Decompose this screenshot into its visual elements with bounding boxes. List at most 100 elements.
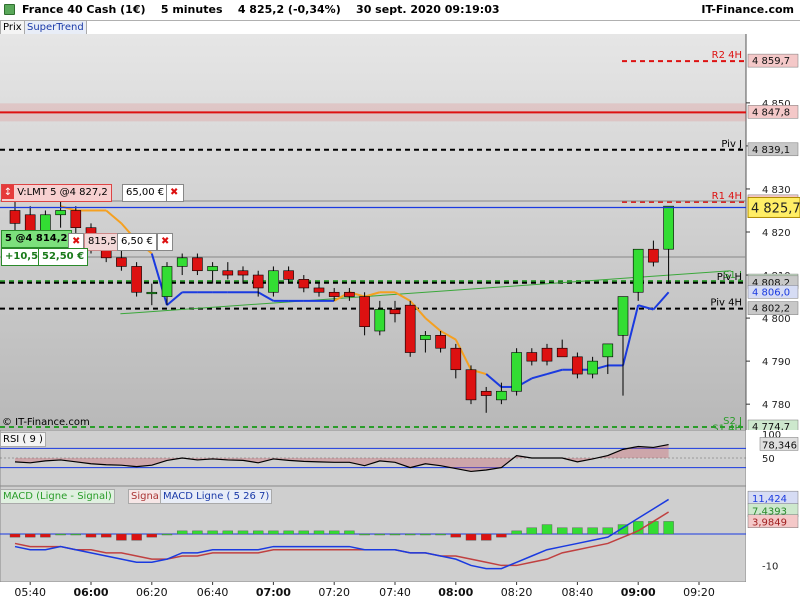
time-label: 07:40 bbox=[379, 586, 411, 599]
macd-histogram-bar bbox=[405, 533, 416, 536]
chart-type-icon[interactable] bbox=[4, 4, 15, 15]
macd-histogram-bar bbox=[298, 530, 309, 535]
price-tag[interactable]: Prix bbox=[0, 20, 25, 35]
macd-histogram-bar bbox=[9, 533, 21, 538]
position-label: 5 @4 814,2 bbox=[5, 233, 68, 244]
macd-histogram-bar bbox=[435, 533, 446, 536]
candle-body bbox=[192, 257, 203, 272]
candle-body bbox=[9, 210, 21, 224]
candle-body bbox=[131, 266, 142, 293]
timeframe[interactable]: 5 minutes bbox=[161, 3, 223, 16]
candle-body bbox=[602, 343, 614, 358]
macd-histogram-bar bbox=[192, 530, 203, 535]
time-label: 08:20 bbox=[501, 586, 533, 599]
macd-panel[interactable]: 11,4247,43933,9849-10 bbox=[0, 486, 800, 582]
level-label: Piv J bbox=[721, 139, 742, 150]
candle-body bbox=[526, 352, 538, 362]
macd-histogram-bar bbox=[557, 527, 568, 535]
candle-body bbox=[283, 270, 294, 280]
time-label: 07:00 bbox=[256, 586, 291, 599]
level-value: 4 839,1 bbox=[752, 145, 790, 156]
level-label: R1 4H bbox=[712, 191, 742, 202]
candle-body bbox=[404, 304, 416, 353]
candle-body bbox=[556, 347, 568, 358]
macd-histogram-bar bbox=[252, 530, 264, 535]
copyright: © IT-Finance.com bbox=[2, 417, 90, 428]
candle-body bbox=[328, 291, 340, 297]
limit-order-box[interactable]: ↕ V:LMT 5 @4 827,2 bbox=[1, 184, 112, 202]
macd-histogram-bar bbox=[602, 527, 613, 535]
macd-histogram-bar bbox=[572, 527, 583, 535]
macd-histogram-bar bbox=[283, 530, 294, 535]
candle-body bbox=[541, 347, 553, 362]
limit-amount-box: 65,00 € bbox=[122, 184, 169, 202]
macd-histogram-bar bbox=[329, 530, 340, 535]
macd-histogram-bar bbox=[222, 530, 234, 535]
macd-histogram-bar bbox=[465, 533, 477, 541]
candle-body bbox=[632, 248, 644, 293]
macd-histogram-bar bbox=[70, 533, 82, 536]
level-value: 4 774,7 bbox=[752, 422, 790, 430]
candle-body bbox=[572, 356, 583, 375]
level-label: Piv 4H bbox=[710, 298, 742, 309]
price-panel[interactable]: 4 8504 8404 8304 8204 8104 8004 7904 780… bbox=[0, 34, 800, 430]
stop-level-box[interactable]: 815,5 bbox=[84, 233, 121, 251]
macd-histogram-bar bbox=[374, 533, 385, 536]
macd-histogram-bar bbox=[207, 530, 218, 535]
price-tick-label: 4 780 bbox=[762, 400, 791, 411]
supertrend-tag[interactable]: SuperTrend ( 1 9) bbox=[24, 20, 87, 46]
macd-histogram-bar bbox=[526, 527, 537, 535]
candle-body bbox=[389, 309, 401, 315]
macd-histogram-bar bbox=[663, 521, 674, 535]
level-value: 4 806,0 bbox=[752, 287, 790, 298]
candle-body bbox=[511, 352, 522, 392]
position-box[interactable]: 5 @4 814,2 bbox=[1, 230, 72, 248]
candle-body bbox=[344, 291, 355, 297]
limit-drag-icon[interactable]: ↕ bbox=[2, 185, 14, 199]
macd-histogram-bar bbox=[146, 533, 158, 538]
candle-body bbox=[55, 210, 66, 216]
candle-body bbox=[359, 296, 370, 327]
level-value: 4 847,8 bbox=[752, 107, 790, 118]
macd-histogram-bar bbox=[420, 533, 431, 536]
candle-body bbox=[298, 279, 310, 289]
macd-tick-label: -10 bbox=[762, 561, 778, 572]
time-label: 07:20 bbox=[318, 586, 350, 599]
macd-line-tag[interactable]: MACD Ligne ( 5 26 7) bbox=[160, 489, 273, 504]
limit-close-icon[interactable]: ✖ bbox=[166, 184, 184, 202]
pl-amount-box: 52,50 € bbox=[38, 248, 89, 266]
quote-datetime: 30 sept. 2020 09:19:03 bbox=[356, 3, 500, 16]
candle-body bbox=[161, 266, 173, 297]
title-bar: France 40 Cash (1€) 5 minutes 4 825,2 (-… bbox=[0, 0, 800, 21]
stop-level: 815,5 bbox=[88, 236, 117, 247]
pl-points-box: +10,5 bbox=[1, 248, 43, 266]
candle-body bbox=[313, 287, 325, 293]
candle-body bbox=[435, 335, 446, 349]
time-axis: 05:40 06:00 06:20 06:40 07:00 07:20 07:40 08:00… bbox=[0, 582, 800, 600]
stop-close-icon[interactable]: ✖ bbox=[157, 233, 174, 251]
candle-body bbox=[420, 335, 431, 340]
macd-hist-tag[interactable]: MACD (Ligne - Signal) bbox=[0, 489, 115, 504]
stop-amount-box: 6,50 € bbox=[117, 233, 157, 251]
candle-body bbox=[663, 205, 674, 250]
macd-histogram-bar bbox=[268, 530, 279, 535]
level-label: S1 4H bbox=[712, 423, 742, 430]
candle-body bbox=[268, 270, 279, 293]
candle-body bbox=[222, 270, 234, 276]
macd-histogram-bar bbox=[100, 533, 112, 538]
macd-histogram-bar bbox=[389, 533, 401, 536]
candle-body bbox=[374, 309, 386, 332]
candle-body bbox=[146, 291, 158, 295]
macd-histogram-bar bbox=[359, 533, 370, 536]
candle-body bbox=[176, 257, 188, 267]
rsi-panel[interactable]: 1005078,346 bbox=[0, 430, 800, 486]
macd-histogram-bar bbox=[450, 533, 461, 538]
rsi-tag[interactable]: RSI ( 9 ) bbox=[0, 432, 46, 447]
candle-body bbox=[465, 369, 477, 401]
macd-value: 3,9849 bbox=[752, 518, 787, 529]
chart-window: France 40 Cash (1€) 5 minutes 4 825,2 (-… bbox=[0, 0, 800, 600]
macd-histogram-bar bbox=[237, 530, 249, 535]
macd-histogram-bar bbox=[344, 530, 355, 535]
limit-order-label: V:LMT 5 @4 827,2 bbox=[17, 187, 108, 198]
candle-body bbox=[496, 390, 507, 401]
